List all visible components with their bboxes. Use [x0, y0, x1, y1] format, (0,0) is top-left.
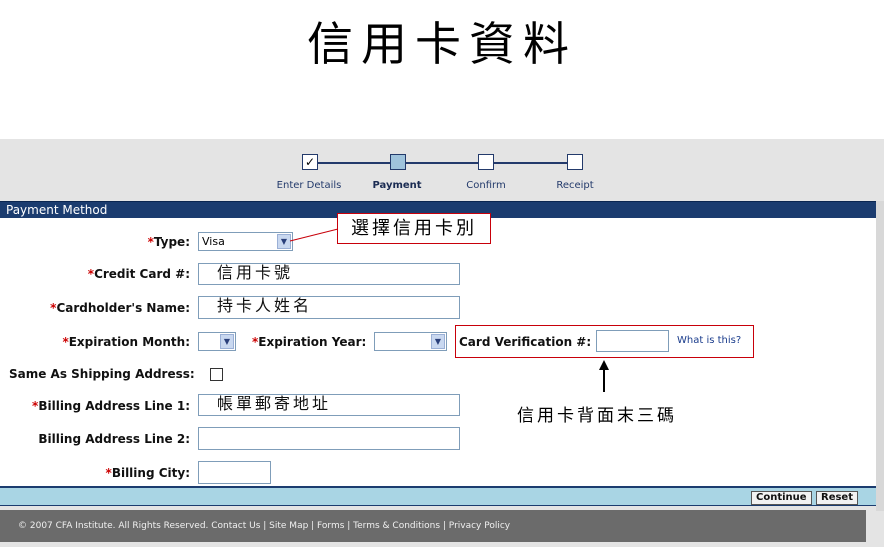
card-type-callout: 選擇信用卡別 [337, 213, 491, 244]
up-arrow-icon [599, 360, 609, 370]
annotation-arrows [289, 228, 609, 392]
callout-pointer [289, 228, 339, 242]
continue-button[interactable]: Continue [751, 491, 812, 505]
reset-button[interactable]: Reset [816, 491, 858, 505]
form-actions-bar: Continue Reset [0, 486, 876, 506]
scrollbar[interactable] [876, 201, 884, 511]
footer: © 2007 CFA Institute. All Rights Reserve… [0, 510, 866, 542]
cvv-annotation: 信用卡背面末三碼 [517, 406, 677, 426]
